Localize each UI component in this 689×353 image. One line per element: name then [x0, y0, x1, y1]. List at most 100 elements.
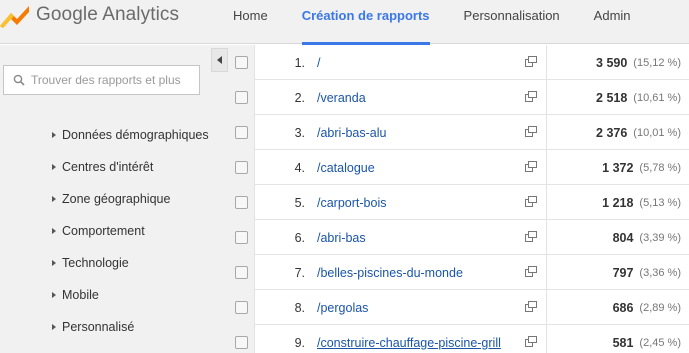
row-checkbox[interactable] [234, 301, 248, 314]
sidebar-item-technologie[interactable]: Technologie [52, 253, 129, 273]
open-in-new-window-icon[interactable] [525, 56, 537, 67]
search-icon [13, 74, 25, 86]
row-checkbox-cell [228, 255, 255, 290]
row-index: 8. [294, 300, 305, 315]
sidebar-item-label: Zone géographique [62, 192, 171, 206]
page-link[interactable]: /veranda [317, 91, 366, 105]
sidebar-item-centres-d-interet[interactable]: Centres d'intérêt [52, 157, 153, 177]
page-cell: /carport-bois [317, 185, 517, 220]
open-in-new-window-icon[interactable] [525, 231, 537, 242]
page-link[interactable]: / [317, 56, 320, 70]
caret-right-icon [52, 324, 56, 330]
metric-cell: 581 (2,45 %) [546, 325, 689, 353]
sidebar-collapse-button[interactable] [211, 48, 228, 72]
open-in-new-window-icon[interactable] [525, 161, 537, 172]
row-checkbox[interactable] [234, 56, 248, 69]
metric-percent: (5,78 %) [639, 161, 681, 174]
page-cell: /construire-chauffage-piscine-grill [317, 325, 517, 353]
row-checkbox-cell [228, 220, 255, 255]
tab-creation-de-rapports[interactable]: Création de rapports [285, 0, 447, 45]
row-checkbox-cell [228, 290, 255, 325]
page-link[interactable]: /construire-chauffage-piscine-grill [317, 336, 501, 350]
sidebar-item-zone-geographique[interactable]: Zone géographique [52, 189, 170, 209]
metric-value: 1 218 [602, 195, 634, 210]
metric-cell: 2 518 (10,61 %) [546, 80, 689, 115]
row-index: 6. [294, 230, 305, 245]
row-checkbox[interactable] [234, 231, 248, 244]
metric-percent: (2,89 %) [639, 301, 681, 314]
search-placeholder: Trouver des rapports et plus [31, 73, 181, 87]
app-title: Google Analytics [36, 4, 180, 25]
tab-personnalisation[interactable]: Personnalisation [447, 0, 577, 44]
page-link[interactable]: /abri-bas [317, 231, 366, 245]
page-cell: /abri-bas-alu [317, 115, 517, 150]
page-link[interactable]: /pergolas [317, 301, 368, 315]
row-checkbox-cell [228, 45, 255, 80]
row-checkbox[interactable] [234, 91, 248, 104]
page-link[interactable]: /belles-piscines-du-monde [317, 266, 463, 280]
sidebar-item-personnalise[interactable]: Personnalisé [52, 317, 134, 337]
sidebar-item-label: Technologie [62, 256, 129, 270]
page-cell: /veranda [317, 80, 517, 115]
open-in-new-window-icon[interactable] [525, 126, 537, 137]
metric-value: 3 590 [596, 55, 628, 70]
table-row: 9. /construire-chauffage-piscine-grill 5… [228, 325, 689, 353]
table-row: 4. /catalogue 1 372 (5,78 %) [228, 150, 689, 185]
metric-value: 581 [612, 335, 634, 350]
page-link[interactable]: /abri-bas-alu [317, 126, 386, 140]
table-row: 1. / 3 590 (15,12 %) [228, 45, 689, 80]
page-cell: /belles-piscines-du-monde [317, 255, 517, 290]
open-in-new-window-icon[interactable] [525, 336, 537, 347]
metric-cell: 1 218 (5,13 %) [546, 185, 689, 220]
row-checkbox[interactable] [234, 161, 248, 174]
metric-percent: (3,39 %) [639, 231, 681, 244]
tab-home[interactable]: Home [216, 0, 285, 44]
open-in-new-window-icon[interactable] [525, 266, 537, 277]
row-index: 7. [294, 265, 305, 280]
metric-value: 2 376 [596, 125, 628, 140]
row-index: 2. [294, 90, 305, 105]
row-checkbox[interactable] [234, 196, 248, 209]
page-link[interactable]: /catalogue [317, 161, 375, 175]
caret-right-icon [52, 228, 56, 234]
page-link[interactable]: /carport-bois [317, 196, 386, 210]
open-in-new-window-icon[interactable] [525, 91, 537, 102]
metric-value: 2 518 [596, 90, 628, 105]
page-cell: / [317, 45, 517, 80]
table-row: 6. /abri-bas 804 (3,39 %) [228, 220, 689, 255]
tab-admin[interactable]: Admin [577, 0, 648, 44]
open-in-new-window-icon[interactable] [525, 196, 537, 207]
row-checkbox-cell [228, 185, 255, 220]
table-row: 7. /belles-piscines-du-monde 797 (3,36 %) [228, 255, 689, 290]
sidebar-item-label: Comportement [62, 224, 145, 238]
row-checkbox[interactable] [234, 126, 248, 139]
row-checkbox[interactable] [234, 336, 248, 349]
metric-value: 804 [612, 230, 634, 245]
metric-percent: (10,61 %) [633, 91, 681, 104]
page-cell: /abri-bas [317, 220, 517, 255]
pages-table: 1. / 3 590 (15,12 %) 2. /veranda 2 518 (10… [228, 45, 689, 353]
report-search-input[interactable]: Trouver des rapports et plus [3, 65, 200, 95]
caret-right-icon [52, 132, 56, 138]
open-in-new-window-icon[interactable] [525, 301, 537, 312]
metric-percent: (5,13 %) [639, 196, 681, 209]
sidebar-item-comportement[interactable]: Comportement [52, 221, 145, 241]
row-checkbox[interactable] [234, 266, 248, 279]
row-checkbox-cell [228, 80, 255, 115]
sidebar-item-mobile[interactable]: Mobile [52, 285, 99, 305]
metric-cell: 1 372 (5,78 %) [546, 150, 689, 185]
row-index: 1. [294, 55, 305, 70]
caret-right-icon [52, 260, 56, 266]
sidebar-item-label: Données démographiques [62, 128, 209, 142]
metric-value: 1 372 [602, 160, 634, 175]
caret-right-icon [52, 292, 56, 298]
row-checkbox-cell [228, 115, 255, 150]
row-index: 4. [294, 160, 305, 175]
metric-value: 686 [612, 300, 634, 315]
metric-percent: (3,36 %) [639, 266, 681, 279]
sidebar-item-donnees-demographiques[interactable]: Données démographiques [52, 125, 209, 145]
table-row: 2. /veranda 2 518 (10,61 %) [228, 80, 689, 115]
sidebar-item-label: Centres d'intérêt [62, 160, 154, 174]
metric-value: 797 [612, 265, 634, 280]
row-index: 3. [294, 125, 305, 140]
